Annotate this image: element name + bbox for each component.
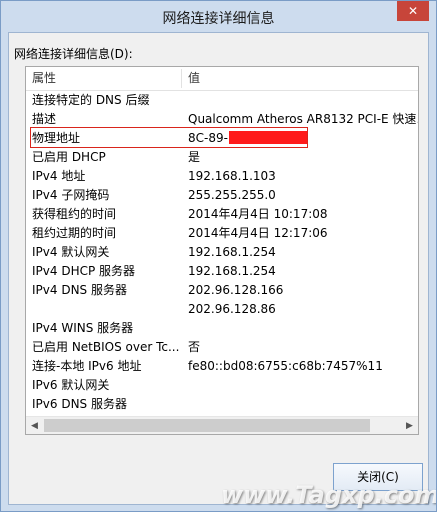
property-value-text: 202.96.128.86 — [188, 302, 276, 316]
property-value: 192.168.1.103 — [188, 167, 418, 186]
property-value-text: 255.255.255.0 — [188, 188, 276, 202]
property-value-text: 2014年4月4日 10:17:08 — [188, 207, 328, 221]
details-list[interactable]: 属性 值 连接特定的 DNS 后缀 描述 Qualcomm Atheros AR81… — [25, 66, 419, 435]
physical-address-highlight — [30, 127, 308, 148]
property-name: IPv4 DHCP 服务器 — [32, 264, 136, 278]
property-value-text: 202.96.128.166 — [188, 283, 284, 297]
property-name: IPv4 WINS 服务器 — [32, 321, 134, 335]
property-value-text: 是 — [188, 150, 201, 164]
table-row[interactable]: IPv4 地址 192.168.1.103 — [26, 167, 418, 186]
property-value-text: 192.168.1.103 — [188, 169, 276, 183]
property-value: 是 — [188, 148, 418, 167]
property-name: 租约过期的时间 — [32, 226, 117, 240]
table-row[interactable]: 租约过期的时间 2014年4月4日 12:17:06 — [26, 224, 418, 243]
network-details-dialog: 网络连接详细信息 ✕ 网络连接详细信息(D): 属性 值 连接特定的 DNS 后… — [0, 0, 437, 512]
property-value: 否 — [188, 338, 418, 357]
window-close-button[interactable]: ✕ — [397, 1, 429, 21]
table-row[interactable]: 202.96.128.86 — [26, 300, 418, 319]
property-name: IPv4 默认网关 — [32, 245, 110, 259]
table-row[interactable]: IPv6 DNS 服务器 — [26, 395, 418, 414]
property-value: 2014年4月4日 10:17:08 — [188, 205, 418, 224]
property-value-text: 192.168.1.254 — [188, 264, 276, 278]
scroll-left-icon[interactable]: ◀ — [26, 417, 43, 434]
property-value: 192.168.1.254 — [188, 262, 418, 281]
horizontal-scrollbar[interactable]: ◀ ▶ — [26, 416, 418, 434]
property-value-text: 192.168.1.254 — [188, 245, 276, 259]
property-value: 255.255.255.0 — [188, 186, 418, 205]
table-row[interactable]: IPv4 DNS 服务器 202.96.128.166 — [26, 281, 418, 300]
property-value-text: Qualcomm Atheros AR8132 PCI-E 快速以 — [188, 112, 418, 126]
list-header: 属性 值 — [26, 67, 418, 91]
table-row[interactable]: 已启用 DHCP 是 — [26, 148, 418, 167]
scroll-right-icon[interactable]: ▶ — [401, 417, 418, 434]
property-value-text: fe80::bd08:6755:c68b:7457%11 — [188, 359, 383, 373]
table-row[interactable]: 已启用 NetBIOS over Tc... 否 — [26, 338, 418, 357]
column-header-property[interactable]: 属性 — [26, 67, 181, 90]
property-value: 192.168.1.254 — [188, 243, 418, 262]
property-value-text: 2014年4月4日 12:17:06 — [188, 226, 328, 240]
property-name: 连接特定的 DNS 后缀 — [32, 93, 150, 107]
property-name: IPv4 DNS 服务器 — [32, 283, 127, 297]
property-name: IPv6 默认网关 — [32, 378, 110, 392]
watermark: www.Tagxp.com 路由器之家 — [221, 481, 436, 509]
table-row[interactable]: IPv6 默认网关 — [26, 376, 418, 395]
property-value-text: 否 — [188, 340, 201, 354]
property-name: IPv6 DNS 服务器 — [32, 397, 127, 411]
property-value: 2014年4月4日 12:17:06 — [188, 224, 418, 243]
property-name: 获得租约的时间 — [32, 207, 117, 221]
column-header-value[interactable]: 值 — [182, 67, 418, 90]
property-name: IPv4 地址 — [32, 169, 86, 183]
table-row[interactable]: IPv4 DHCP 服务器 192.168.1.254 — [26, 262, 418, 281]
scroll-thumb[interactable] — [44, 419, 370, 432]
property-name: 已启用 DHCP — [32, 150, 106, 164]
property-value: 202.96.128.166 — [188, 281, 418, 300]
table-row[interactable]: 连接特定的 DNS 后缀 — [26, 91, 418, 110]
property-name: 连接-本地 IPv6 地址 — [32, 359, 142, 373]
close-icon: ✕ — [407, 4, 419, 18]
title-bar[interactable]: 网络连接详细信息 ✕ — [1, 1, 436, 33]
property-name: 已启用 NetBIOS over Tc... — [32, 340, 180, 354]
property-name: IPv4 子网掩码 — [32, 188, 110, 202]
property-value: fe80::bd08:6755:c68b:7457%11 — [188, 357, 418, 376]
table-row[interactable]: IPv4 默认网关 192.168.1.254 — [26, 243, 418, 262]
window-title: 网络连接详细信息 — [162, 11, 275, 27]
table-row[interactable]: IPv4 WINS 服务器 — [26, 319, 418, 338]
table-row[interactable]: 连接-本地 IPv6 地址 fe80::bd08:6755:c68b:7457%1… — [26, 357, 418, 376]
property-value: 202.96.128.86 — [188, 300, 418, 319]
details-group-label: 网络连接详细信息(D): — [14, 47, 133, 61]
table-row[interactable]: 获得租约的时间 2014年4月4日 10:17:08 — [26, 205, 418, 224]
table-row[interactable]: IPv4 子网掩码 255.255.255.0 — [26, 186, 418, 205]
